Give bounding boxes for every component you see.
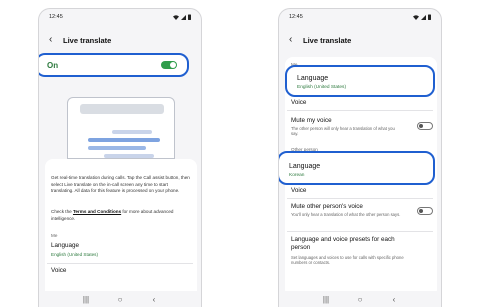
- voice-me-title[interactable]: Voice: [291, 99, 306, 106]
- back-icon[interactable]: ‹: [49, 35, 61, 45]
- app-header: ‹ Live translate: [49, 33, 191, 47]
- mute-my-voice-title: Mute my voice: [291, 117, 332, 124]
- live-translate-toggle[interactable]: [161, 61, 177, 69]
- presets-desc: Set languages and voices to use for call…: [291, 255, 404, 266]
- divider: [47, 263, 193, 264]
- status-time: 12:45: [289, 14, 303, 20]
- on-label: On: [47, 60, 59, 70]
- voice-other-title[interactable]: Voice: [291, 187, 306, 194]
- status-bar: 12:45: [49, 13, 191, 23]
- signal-icon: [181, 14, 186, 20]
- recents-icon[interactable]: |||: [80, 295, 92, 304]
- divider: [287, 198, 433, 199]
- illustration-line: [104, 154, 154, 158]
- on-toggle-row[interactable]: On: [39, 53, 189, 77]
- mute-other-desc: You'll only hear a translation of what t…: [291, 212, 401, 217]
- divider: [287, 110, 433, 111]
- mute-other-title: Mute other person's voice: [291, 203, 363, 210]
- status-bar: 12:45: [289, 13, 431, 23]
- language-title[interactable]: Language: [51, 242, 79, 249]
- page-title: Live translate: [303, 35, 352, 45]
- wifi-icon: [173, 14, 179, 20]
- divider: [287, 231, 433, 232]
- page-title: Live translate: [63, 35, 112, 45]
- voice-title[interactable]: Voice: [51, 267, 66, 274]
- mute-my-voice-desc: The other person will only hear a transl…: [291, 126, 395, 137]
- app-header: ‹ Live translate: [289, 33, 431, 47]
- language-title: Language: [289, 163, 321, 170]
- terms-prefix: Check the: [51, 209, 73, 214]
- terms-link[interactable]: Terms and Conditions: [73, 209, 121, 214]
- feature-description: Get real-time translation during calls. …: [51, 175, 190, 194]
- mute-other-toggle[interactable]: [417, 207, 433, 215]
- phone-screen-right: 12:45 ‹ Live translate Me Language Engli…: [278, 8, 442, 307]
- other-language-row[interactable]: Language Korean: [279, 151, 435, 185]
- section-me-header: Me: [51, 233, 58, 238]
- illustration-line: [112, 130, 152, 134]
- language-value: English (United States): [297, 85, 347, 90]
- home-icon[interactable]: ○: [114, 295, 126, 304]
- status-time: 12:45: [49, 14, 63, 20]
- back-icon[interactable]: ‹: [289, 35, 301, 45]
- nav-back-icon[interactable]: ‹: [388, 295, 400, 304]
- wifi-icon: [413, 14, 419, 20]
- language-title: Language: [297, 75, 329, 82]
- system-nav-bar: ||| ○ ‹: [39, 291, 201, 307]
- recents-icon[interactable]: |||: [320, 295, 332, 304]
- mute-my-voice-toggle[interactable]: [417, 122, 433, 130]
- nav-back-icon[interactable]: ‹: [148, 295, 160, 304]
- illustration-bar: [80, 104, 164, 114]
- language-value: English (United States): [51, 252, 98, 257]
- terms-text: Check the Terms and Conditions for more …: [51, 209, 191, 222]
- battery-icon: [188, 14, 191, 20]
- phone-screen-left: 12:45 ‹ Live translate On Get real-time …: [38, 8, 202, 307]
- presets-title[interactable]: Language and voice presets for each pers…: [291, 236, 411, 252]
- battery-icon: [428, 14, 431, 20]
- illustration-line: [88, 138, 160, 142]
- my-language-row[interactable]: Language English (United States): [285, 65, 435, 97]
- illustration-line: [88, 146, 146, 150]
- language-value: Korean: [289, 173, 305, 178]
- phone-illustration: [67, 97, 175, 159]
- system-nav-bar: ||| ○ ‹: [279, 291, 441, 307]
- home-icon[interactable]: ○: [354, 295, 366, 304]
- signal-icon: [421, 14, 426, 20]
